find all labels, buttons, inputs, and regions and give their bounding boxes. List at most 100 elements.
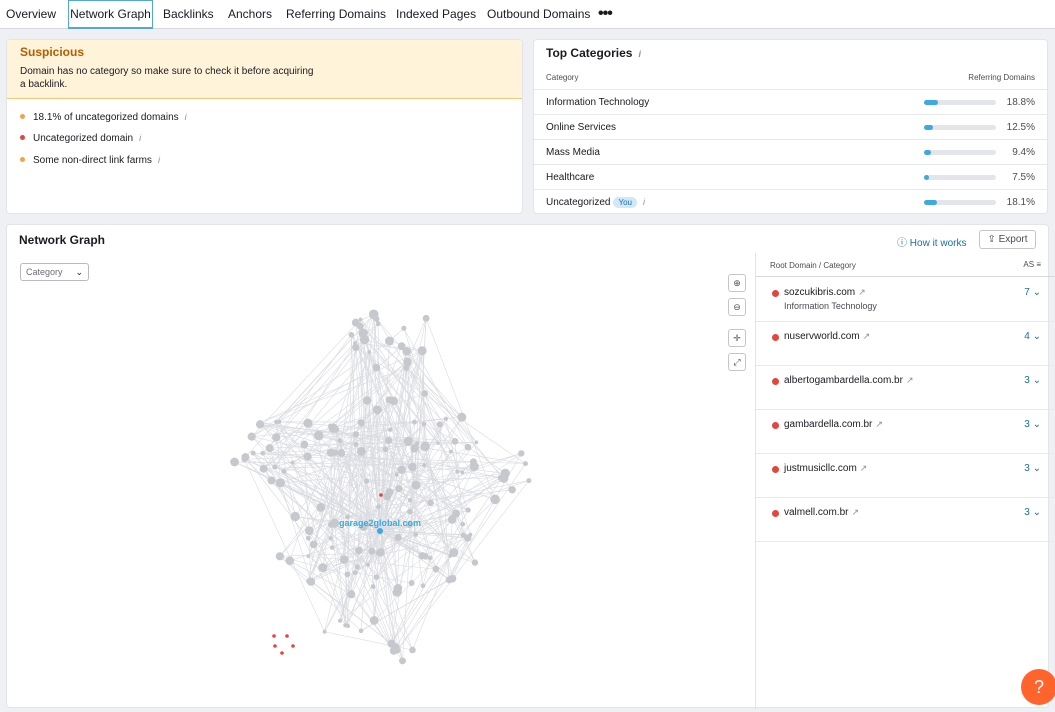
graph-node[interactable] [247,432,256,441]
graph-node[interactable] [329,518,340,528]
tab-network-graph[interactable]: Network Graph [68,0,153,29]
graph-node[interactable] [385,336,395,346]
graph-node[interactable] [241,453,250,462]
graph-node[interactable] [422,463,427,468]
help-button[interactable]: ? [1021,669,1055,705]
graph-node[interactable] [443,416,449,422]
graph-node[interactable] [411,419,417,425]
graph-node[interactable] [309,540,318,549]
graph-node[interactable] [352,570,358,575]
graph-node[interactable] [354,564,360,570]
graph-node[interactable] [356,446,366,456]
info-icon[interactable]: i [139,133,141,143]
graph-node[interactable] [376,504,381,509]
graph-node[interactable] [465,507,471,513]
graph-node[interactable] [344,571,351,578]
external-link-icon[interactable]: ↗ [860,463,868,473]
graph-node[interactable] [474,440,479,445]
graph-node-suspicious[interactable] [273,644,277,648]
graph-node[interactable] [257,420,263,425]
graph-node[interactable] [464,443,472,451]
tab-referring-domains[interactable]: Referring Domains [286,0,386,29]
domain-row[interactable]: gambardella.com.br ↗ 3 ⌄ [756,410,1055,454]
domain-as[interactable]: 3 ⌄ [1024,419,1041,430]
graph-node[interactable] [356,322,364,330]
graph-node[interactable] [418,552,426,560]
network-graph-canvas[interactable]: garage2global.com [7,225,747,709]
more-icon[interactable]: ••• [598,0,613,29]
graph-node[interactable] [290,511,300,522]
graph-node[interactable] [372,405,382,415]
graph-node[interactable] [401,325,407,331]
graph-node[interactable] [375,550,381,556]
graph-node[interactable] [305,535,311,541]
graph-node[interactable] [387,427,393,432]
graph-node[interactable] [353,442,359,447]
graph-node[interactable] [411,480,421,490]
tab-anchors[interactable]: Anchors [228,0,272,29]
tab-backlinks[interactable]: Backlinks [163,0,214,29]
graph-node[interactable] [427,499,434,507]
graph-node-suspicious[interactable] [285,634,289,638]
graph-node[interactable] [522,461,528,467]
graph-node[interactable] [306,554,311,558]
graph-node[interactable] [367,350,372,354]
domain-as[interactable]: 3 ⌄ [1024,463,1041,474]
graph-node[interactable] [358,628,364,634]
graph-node[interactable] [508,486,516,494]
external-link-icon[interactable]: ↗ [875,419,883,429]
tab-outbound-domains[interactable]: Outbound Domains [487,0,590,29]
graph-node[interactable] [457,412,467,422]
graph-node-suspicious[interactable] [379,493,383,497]
graph-node[interactable] [468,532,473,537]
graph-node[interactable] [303,418,313,428]
graph-node[interactable] [449,548,459,558]
graph-node[interactable] [407,508,413,515]
graph-node[interactable] [327,423,334,429]
graph-node[interactable] [265,444,274,453]
graph-node[interactable] [328,536,333,541]
graph-node[interactable] [420,441,430,452]
graph-node[interactable] [428,555,433,561]
graph-node[interactable] [375,321,381,327]
domain-as[interactable]: 4 ⌄ [1024,331,1041,342]
graph-node[interactable] [421,390,429,397]
graph-node[interactable] [402,347,412,356]
graph-node[interactable] [460,470,465,475]
graph-node[interactable] [451,437,459,445]
graph-node[interactable] [304,526,314,536]
domain-as[interactable]: 7 ⌄ [1024,287,1041,298]
external-link-icon[interactable]: ↗ [858,287,866,297]
graph-node[interactable] [413,532,419,537]
domain-row[interactable]: sozcukibris.com ↗ Information Technology … [756,278,1055,322]
graph-node[interactable] [408,580,415,587]
graph-node[interactable] [490,494,500,505]
info-icon[interactable]: i [638,49,641,59]
graph-node[interactable] [460,521,466,527]
graph-node[interactable] [303,452,312,461]
graph-node[interactable] [415,441,420,446]
graph-node[interactable] [372,363,381,372]
graph-node[interactable] [259,464,268,473]
graph-node[interactable] [275,552,284,561]
graph-node[interactable] [300,440,309,449]
graph-node[interactable] [403,436,413,446]
graph-node[interactable] [322,629,327,634]
graph-node[interactable] [326,448,336,457]
domain-as[interactable]: 3 ⌄ [1024,507,1041,518]
graph-node[interactable] [369,616,379,625]
graph-node[interactable] [460,532,466,538]
graph-node[interactable] [446,576,453,582]
graph-node[interactable] [365,562,371,567]
graph-node[interactable] [526,478,532,484]
graph-node-center[interactable] [377,528,383,534]
graph-node[interactable] [290,460,295,465]
domain-as[interactable]: 3 ⌄ [1024,375,1041,386]
graph-node[interactable] [352,431,360,438]
how-it-works-link[interactable]: ⓘ How it works [897,234,966,249]
graph-node[interactable] [385,436,393,445]
graph-node[interactable] [393,583,403,593]
tab-overview[interactable]: Overview [6,0,56,29]
domain-row[interactable]: albertogambardella.com.br ↗ 3 ⌄ [756,366,1055,410]
graph-node[interactable] [395,485,403,493]
